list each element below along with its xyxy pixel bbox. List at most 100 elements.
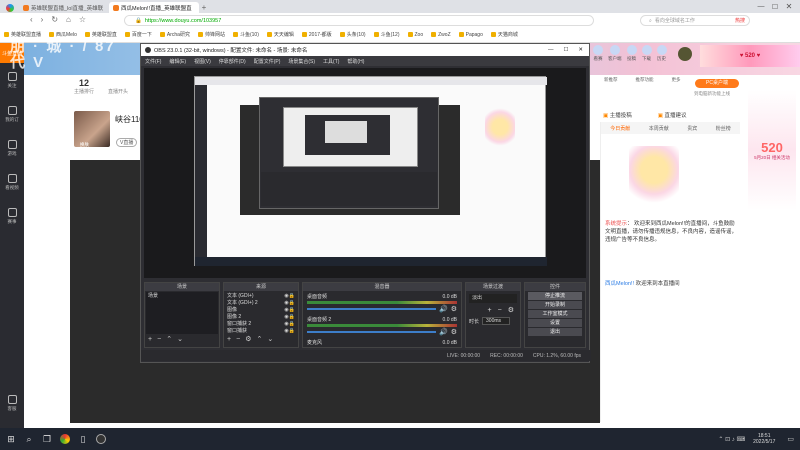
file-icon[interactable]: ▯ [76, 432, 90, 446]
gear-icon[interactable]: ⚙ [245, 335, 251, 343]
add-icon[interactable]: + [148, 336, 152, 343]
eye-icon[interactable]: ◉🔒 [284, 307, 295, 313]
bookmark-item[interactable]: 帅锋网站 [197, 31, 225, 38]
bookmark-item[interactable]: 斗鱼(12) [373, 31, 400, 38]
tab-today[interactable]: 今日贡献 [610, 125, 630, 132]
tab-vip[interactable]: 贵宾 [687, 125, 697, 132]
bookmark-item[interactable]: 英雄联盟直播 [4, 31, 41, 38]
nav-item-service[interactable]: 客服 [0, 386, 24, 420]
chrome-icon[interactable] [58, 432, 72, 446]
feature-link[interactable]: 推荐功能 [636, 77, 654, 83]
bookmark-item[interactable]: 英雄联盟直 [84, 31, 117, 38]
streamer-post-button[interactable]: ▣ 主播投稿 [603, 111, 632, 119]
nav-item-game[interactable]: 游戏 [0, 131, 24, 165]
header-icon-item[interactable]: 投稿 [626, 45, 637, 62]
browser-tab-active[interactable]: 西瓜Melon!!直播_英雄联盟直 [109, 2, 199, 13]
obs-menu-item[interactable]: 配置文件(P) [254, 58, 281, 65]
obs-menu-item[interactable]: 工具(T) [323, 58, 339, 65]
forward-icon[interactable]: › [41, 15, 44, 24]
eye-icon[interactable]: ◉🔒 [284, 293, 295, 299]
source-item[interactable]: 图像 ◉🔒 [225, 306, 297, 314]
bookmark-star-icon[interactable]: ☆ [79, 15, 86, 24]
obs-menu-item[interactable]: 视图(V) [194, 58, 211, 65]
up-icon[interactable]: ⌃ [166, 335, 172, 343]
obs-close-icon[interactable]: ✕ [578, 47, 583, 53]
obs-menu-item[interactable]: 文件(F) [145, 58, 161, 65]
header-icon-item[interactable]: 看赛 [593, 45, 603, 62]
minimize-icon[interactable]: — [754, 3, 768, 10]
source-item[interactable]: 文本 (GDI+) 2 ◉🔒 [225, 299, 297, 307]
bookmark-item[interactable]: Papago [458, 32, 483, 38]
address-bar[interactable]: 🔒 https://www.douyu.com/103957 [124, 15, 594, 26]
nav-item-match[interactable]: 赛事 [0, 199, 24, 233]
eye-icon[interactable]: ◉🔒 [284, 321, 295, 327]
tab-week[interactable]: 本周贡献 [649, 125, 669, 132]
windows-start-icon[interactable]: ⊞ [4, 432, 18, 446]
obs-menu-item[interactable]: 停靠部件(D) [219, 58, 246, 65]
add-icon[interactable]: + [227, 336, 231, 343]
rank-label[interactable]: 主播排行 [74, 88, 94, 95]
close-icon[interactable]: ✕ [782, 2, 796, 11]
studio-mode-button[interactable]: 工作室模式 [528, 310, 582, 318]
gear-icon[interactable]: ⚙ [451, 305, 457, 313]
bookmark-item[interactable]: 斗鱼(10) [232, 31, 259, 38]
obs-taskbar-icon[interactable] [94, 432, 108, 446]
notification-icon[interactable]: ▭ [787, 435, 794, 443]
bookmark-item[interactable]: 百度一下 [124, 31, 152, 38]
remove-icon[interactable]: − [157, 336, 161, 343]
bookmark-item[interactable]: 天猫商城 [490, 31, 518, 38]
header-icon-item[interactable]: 下载 [641, 45, 652, 62]
down-icon[interactable]: ⌄ [267, 335, 273, 343]
home-icon[interactable]: ⌂ [66, 15, 71, 24]
nav-item-video[interactable]: 看视频 [0, 165, 24, 199]
up-icon[interactable]: ⌃ [256, 335, 262, 343]
add-icon[interactable]: + [488, 307, 492, 314]
speaker-icon[interactable]: 🔊 [439, 328, 448, 336]
suggest-button[interactable]: ▣ 直播建议 [658, 111, 687, 119]
browser-logo-icon[interactable] [3, 2, 17, 13]
start-recording-button[interactable]: 开始录制 [528, 301, 582, 309]
feature-link[interactable]: 更多 [672, 77, 681, 83]
task-view-icon[interactable]: ❐ [40, 432, 54, 446]
volume-slider[interactable] [307, 331, 436, 333]
browser-tab[interactable]: 英雄联盟直播_lol直播_英雄联 [19, 2, 109, 13]
obs-maximize-icon[interactable]: ☐ [563, 47, 568, 53]
bookmark-item[interactable]: 头条(10) [339, 31, 366, 38]
obs-menu-item[interactable]: 编辑(E) [169, 58, 186, 65]
obs-minimize-icon[interactable]: — [548, 47, 554, 53]
bookmark-item[interactable]: ZwoZ [431, 32, 451, 38]
side-promo[interactable]: 520 5月20日 相关活动 [748, 90, 796, 210]
back-icon[interactable]: ‹ [30, 15, 33, 24]
pc-client-button[interactable]: PC桌户端 [695, 79, 739, 88]
bookmark-item[interactable]: 2017-都版 [301, 31, 332, 38]
volume-slider[interactable] [307, 308, 436, 310]
streamer-badge[interactable]: V直播 [116, 138, 138, 147]
bookmark-item[interactable]: 西瓜Melo [49, 31, 77, 38]
duration-input[interactable]: 300ms [482, 317, 511, 325]
avatar-caption[interactable]: 换肤 [80, 142, 89, 148]
eye-icon[interactable]: ◉🔒 [284, 314, 295, 320]
obs-window[interactable]: OBS 23.0.1 (32-bit, windows) - 配置文件: 未命名… [140, 43, 591, 363]
tray-icons[interactable]: ⌃ ⊡ ♪ ⌨ [718, 436, 745, 443]
level-label[interactable]: 直播开头 [108, 88, 128, 95]
search-icon[interactable]: ⌕ [22, 432, 36, 446]
source-item[interactable]: 文本 (GDI+) ◉🔒 [225, 292, 297, 300]
top-promo-banner[interactable]: ♥ 520 ♥ [700, 45, 800, 67]
reload-icon[interactable]: ↻ [51, 15, 58, 24]
down-icon[interactable]: ⌄ [177, 335, 183, 343]
eye-icon[interactable]: ◉🔒 [284, 328, 295, 334]
header-icon-item[interactable]: 客户端 [608, 45, 622, 62]
obs-menu-item[interactable]: 场景集合(S) [288, 58, 315, 65]
speaker-icon[interactable]: 🔊 [439, 305, 448, 313]
source-item[interactable]: 窗口捕获 2 ◉🔒 [225, 320, 297, 328]
bookmark-item[interactable]: Archa研究 [159, 31, 190, 38]
clock[interactable]: 18:51 2022/5/17 [753, 433, 775, 445]
browser-search-input[interactable]: ⌕ 看向全球域名工作 热搜 [640, 15, 750, 26]
maximize-icon[interactable]: ☐ [768, 3, 782, 11]
remove-icon[interactable]: − [498, 307, 502, 314]
gear-icon[interactable]: ⚙ [508, 306, 514, 314]
gear-icon[interactable]: ⚙ [451, 328, 457, 336]
eye-icon[interactable]: ◉🔒 [284, 300, 295, 306]
source-item[interactable]: 窗口捕获 ◉🔒 [225, 327, 297, 335]
obs-menu-item[interactable]: 帮助(H) [347, 58, 364, 65]
